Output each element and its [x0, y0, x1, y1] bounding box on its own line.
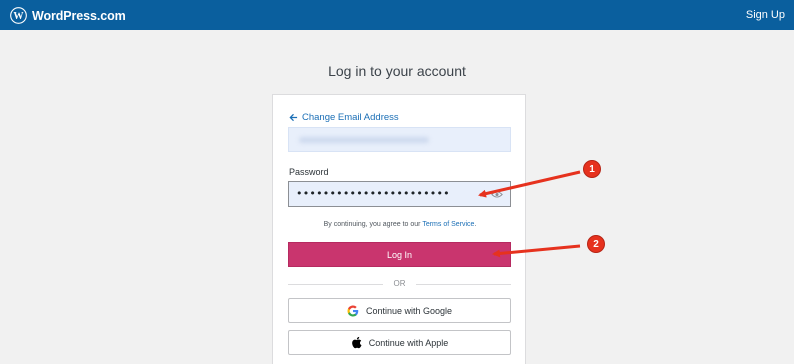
- apple-button-label: Continue with Apple: [368, 337, 449, 348]
- password-label: Password: [289, 167, 329, 177]
- svg-text:W: W: [13, 11, 24, 22]
- continue-with-apple-button[interactable]: Continue with Apple: [288, 330, 511, 355]
- annotation-marker-1: 1: [583, 160, 601, 178]
- terms-prefix: By continuing, you agree to our: [323, 221, 423, 228]
- terms-notice: By continuing, you agree to our Terms of…: [273, 221, 527, 228]
- change-email-label: Change Email Address: [302, 112, 399, 123]
- change-email-link[interactable]: Change Email Address: [289, 112, 399, 123]
- or-text: OR: [393, 279, 406, 288]
- annotation-marker-2: 2: [587, 235, 605, 253]
- password-input[interactable]: •••••••••••••••••••••••: [288, 181, 511, 207]
- or-divider: OR: [288, 279, 511, 289]
- redacted-email: [299, 137, 429, 143]
- google-icon: [347, 305, 359, 317]
- brand-link[interactable]: W WordPress.com: [10, 7, 126, 24]
- brand-name: WordPress.com: [32, 8, 126, 23]
- terms-suffix: .: [474, 221, 477, 228]
- google-button-label: Continue with Google: [365, 305, 453, 316]
- top-bar: W WordPress.com Sign Up: [0, 0, 794, 30]
- continue-with-google-button[interactable]: Continue with Google: [288, 298, 511, 323]
- login-card: Change Email Address Password ••••••••••…: [272, 94, 526, 364]
- page-title: Log in to your account: [328, 63, 466, 79]
- wordpress-logo-icon: W: [10, 7, 27, 24]
- arrow-left-icon: [289, 113, 298, 122]
- password-value: •••••••••••••••••••••••: [296, 187, 450, 200]
- sign-up-link[interactable]: Sign Up: [746, 9, 785, 21]
- email-display-field: [288, 127, 511, 152]
- terms-of-service-link[interactable]: Terms of Service: [422, 221, 474, 228]
- log-in-button[interactable]: Log In: [288, 242, 511, 267]
- apple-icon: [351, 336, 362, 349]
- show-password-icon[interactable]: [491, 190, 503, 199]
